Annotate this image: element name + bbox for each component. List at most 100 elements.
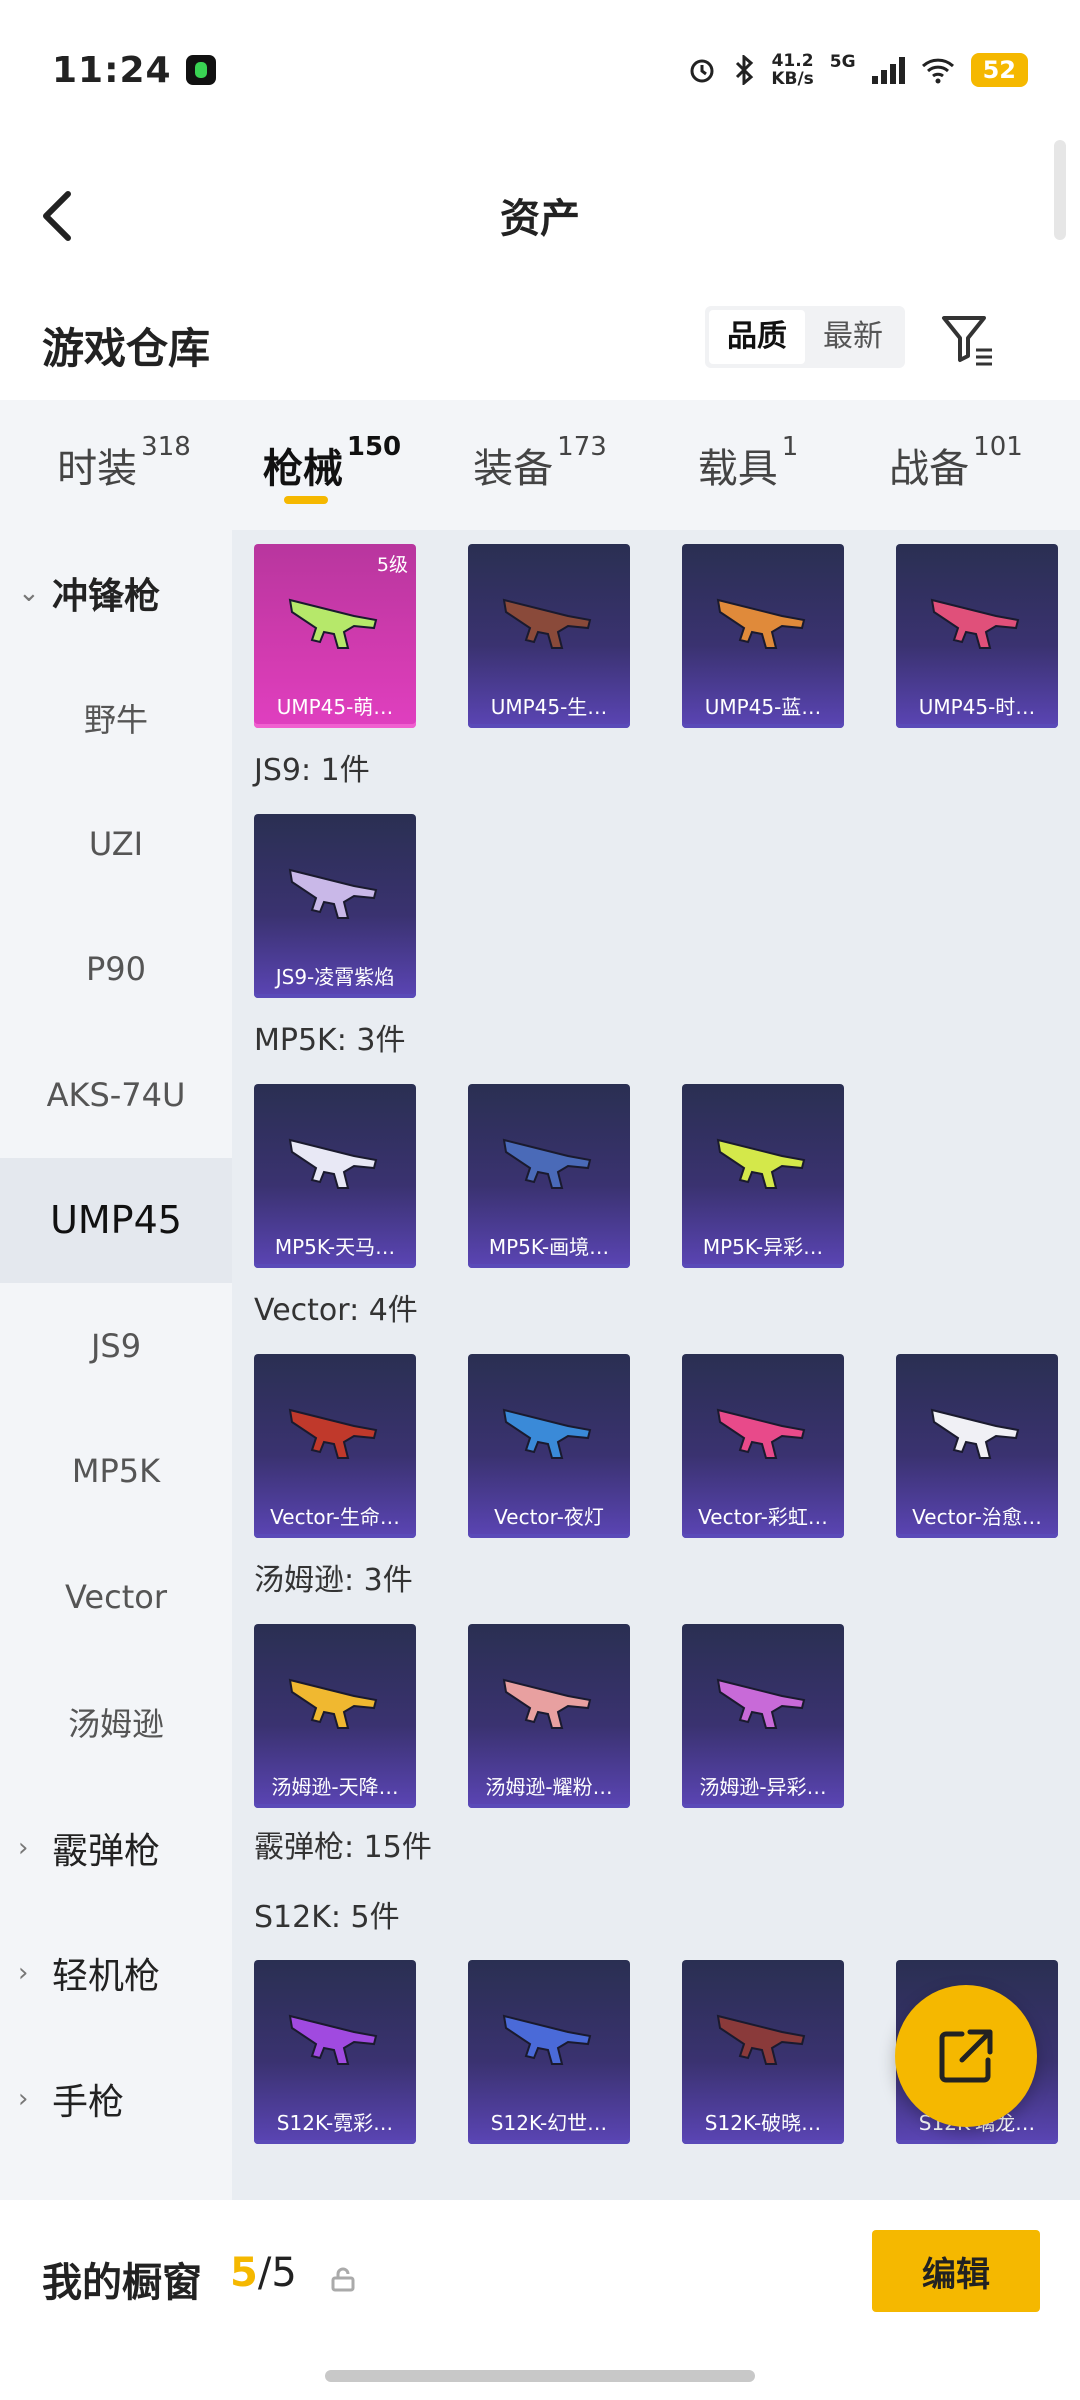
thompson-row: 汤姆逊-天降… 汤姆逊-耀粉… 汤姆逊-异彩… [232, 1624, 1080, 1808]
weapon-skin-card[interactable]: 汤姆逊-耀粉… [468, 1624, 630, 1808]
gun-skin-icon [502, 2014, 592, 2065]
sort-option-quality[interactable]: 品质 [709, 310, 805, 364]
sidebar-item-9[interactable]: 汤姆逊 [0, 1660, 232, 1786]
sidebar-item-7[interactable]: MP5K [0, 1409, 232, 1535]
weapon-skin-card[interactable]: MP5K-异彩… [682, 1084, 844, 1268]
sidebar-item-11[interactable]: › 轻机枪 [0, 1911, 232, 2037]
wifi-icon [921, 58, 954, 84]
tab-4[interactable]: 战备 101 [852, 400, 1060, 530]
group-title-thompson: 汤姆逊: 3件 [254, 1563, 413, 1598]
warehouse-header: 游戏仓库 品质 最新 [0, 290, 1080, 400]
sidebar-item-label: UZI [88, 824, 144, 863]
weapon-skin-card[interactable]: MP5K-天马… [254, 1084, 416, 1268]
weapon-skin-card[interactable]: UMP45-生… [468, 544, 630, 728]
weapon-skin-card[interactable]: MP5K-画境… [468, 1084, 630, 1268]
gun-skin-icon [716, 1138, 806, 1189]
scrollbar[interactable] [1054, 140, 1066, 240]
sidebar-item-label: 手枪 [52, 2081, 125, 2123]
gun-skin-icon [288, 598, 378, 649]
skin-name: S12K-霓彩… [276, 2111, 394, 2135]
showcase-count-current: 5 [230, 2250, 258, 2296]
bluetooth-icon [736, 55, 754, 85]
weapon-skin-card[interactable]: S12K-霓彩… [254, 1960, 416, 2144]
showcase-count-total: /5 [257, 2250, 297, 2296]
weapon-sidebar: ⌄ 冲锋枪野牛 UZI P90 AKS-74U UMP45 JS9 MP5K Vector 汤姆逊… [0, 530, 232, 2200]
tab-count: 1 [781, 432, 799, 462]
tab-label: 载具 [697, 446, 778, 492]
weapon-skin-card[interactable]: JS9-凌霄紫焰 [254, 814, 416, 998]
warehouse-title: 游戏仓库 [42, 323, 211, 373]
chevron-right-icon: › [18, 1958, 29, 1989]
weapon-skin-card[interactable]: Vector-生命… [254, 1354, 416, 1538]
gun-skin-icon [288, 2014, 378, 2065]
sort-toggle: 品质 最新 [705, 306, 905, 368]
weapon-skin-card[interactable]: Vector-治愈… [896, 1354, 1058, 1538]
app-notification-icon [185, 55, 216, 85]
sort-option-newest[interactable]: 最新 [805, 310, 901, 364]
skin-name: MP5K-天马… [274, 1235, 396, 1259]
tab-label: 装备 [473, 446, 554, 492]
skin-name: MP5K-异彩… [702, 1235, 824, 1259]
sidebar-item-4[interactable]: AKS-74U [0, 1032, 232, 1158]
filter-icon[interactable] [940, 312, 996, 368]
group-title-vector: Vector: 4件 [254, 1293, 418, 1328]
tab-2[interactable]: 装备 173 [436, 400, 644, 530]
share-button[interactable] [895, 1985, 1037, 2127]
skin-name: 汤姆逊-异彩… [699, 1775, 827, 1799]
skin-name: S12K-幻世… [490, 2111, 608, 2135]
tab-label: 时装 [57, 446, 138, 492]
gun-skin-icon [930, 1408, 1020, 1459]
network-speed-value: 41.2 [771, 51, 814, 71]
weapon-skin-card[interactable]: S12K-破晓… [682, 1960, 844, 2144]
sidebar-item-label: MP5K [71, 1452, 161, 1491]
weapon-skin-card[interactable]: UMP45-时… [896, 544, 1058, 728]
weapon-skin-card[interactable]: Vector-夜灯 [468, 1354, 630, 1538]
group-title-mp5k: MP5K: 3件 [254, 1023, 406, 1058]
sidebar-item-3[interactable]: P90 [0, 907, 232, 1033]
group-title-s12k: S12K: 5件 [254, 1900, 400, 1935]
sidebar-item-12[interactable]: › 手枪 [0, 2036, 232, 2162]
sidebar-item-2[interactable]: UZI [0, 781, 232, 907]
chevron-down-icon: ⌄ [18, 577, 40, 608]
gun-skin-icon [288, 1138, 378, 1189]
gun-skin-icon [716, 1408, 806, 1459]
weapon-skin-card[interactable]: 汤姆逊-天降… [254, 1624, 416, 1808]
gun-skin-icon [716, 598, 806, 649]
top-nav: 资产 [0, 140, 1080, 290]
tab-count: 173 [557, 432, 607, 462]
sidebar-item-label: JS9 [90, 1326, 142, 1365]
sidebar-item-label: Vector [65, 1577, 167, 1616]
weapon-skin-card[interactable]: 5级 UMP45-萌… [254, 544, 416, 728]
tab-1[interactable]: 枪械 150 [228, 400, 436, 530]
showcase-bar: 我的橱窗 5/5 编辑 [0, 2200, 1080, 2400]
edit-button[interactable]: 编辑 [872, 2230, 1040, 2312]
sidebar-item-8[interactable]: Vector [0, 1534, 232, 1660]
weapon-skin-card[interactable]: S12K-幻世… [468, 1960, 630, 2144]
sidebar-item-label: 轻机枪 [52, 1956, 161, 1998]
sidebar-item-10[interactable]: › 霰弹枪 [0, 1785, 232, 1911]
sidebar-item-6[interactable]: JS9 [0, 1283, 232, 1409]
sidebar-item-0[interactable]: ⌄ 冲锋枪 [0, 530, 232, 656]
weapon-skin-card[interactable]: UMP45-蓝… [682, 544, 844, 728]
skin-name: 汤姆逊-天降… [271, 1775, 399, 1799]
showcase-label: 我的橱窗 [42, 2260, 202, 2306]
tab-count: 318 [141, 432, 191, 462]
sidebar-item-label: 汤姆逊 [67, 1705, 164, 1744]
group-title-js9: JS9: 1件 [254, 753, 370, 788]
sidebar-item-label: 野牛 [83, 701, 148, 740]
sidebar-item-5[interactable]: UMP45 [0, 1157, 232, 1283]
js9-row: JS9-凌霄紫焰 [232, 814, 1080, 998]
sidebar-item-1[interactable]: 野牛 [0, 656, 232, 782]
tab-3[interactable]: 载具 1 [644, 400, 852, 530]
weapon-skin-card[interactable]: Vector-彩虹… [682, 1354, 844, 1538]
tab-label: 战备 [889, 446, 970, 492]
tab-count: 150 [346, 432, 402, 462]
home-indicator[interactable] [325, 2370, 755, 2382]
skin-name: Vector-生命… [270, 1505, 400, 1529]
weapon-skin-card[interactable]: 汤姆逊-异彩… [682, 1624, 844, 1808]
tab-0[interactable]: 时装 318 [20, 400, 228, 530]
skin-name: Vector-治愈… [912, 1505, 1042, 1529]
chevron-right-icon: › [18, 1832, 29, 1863]
gun-skin-icon [930, 598, 1020, 649]
gun-skin-icon [502, 1678, 592, 1729]
